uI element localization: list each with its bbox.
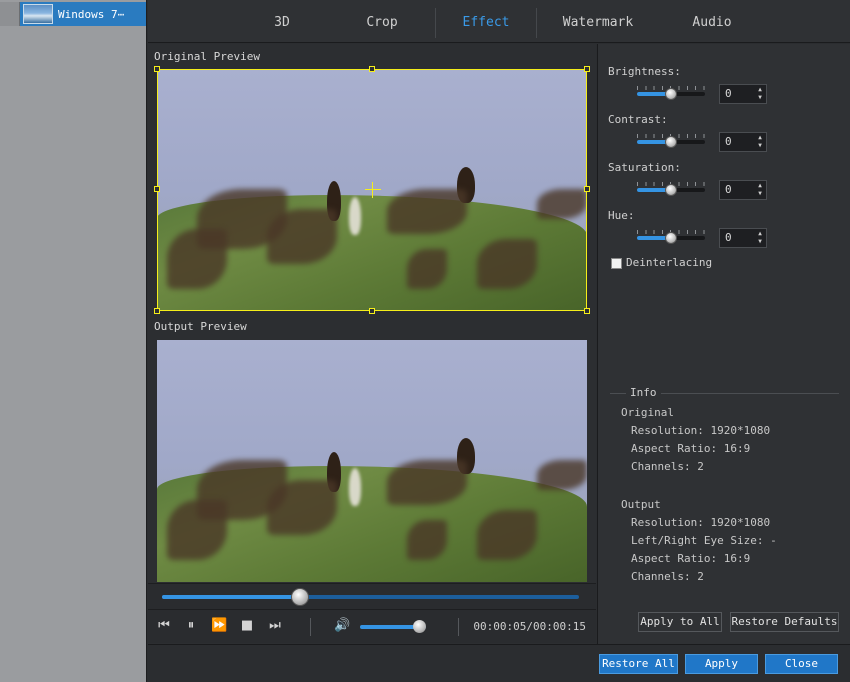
saturation-label: Saturation:	[608, 161, 681, 174]
saturation-spinbox[interactable]: 0 ▲ ▼	[719, 180, 767, 200]
video-bird	[349, 468, 361, 506]
saturation-slider[interactable]	[637, 182, 705, 196]
volume-handle[interactable]	[413, 620, 427, 633]
info-output-resolution: Resolution: 1920*1080	[631, 516, 771, 529]
contrast-value: 0	[725, 135, 732, 148]
slider-handle[interactable]	[665, 88, 677, 100]
file-list: Windows 7⋯	[0, 0, 147, 682]
hue-spinbox[interactable]: 0 ▲ ▼	[719, 228, 767, 248]
hue-slider[interactable]	[637, 230, 705, 244]
hue-label: Hue:	[608, 209, 635, 222]
output-preview-video	[157, 340, 587, 582]
info-original-resolution: Resolution: 1920*1080	[631, 424, 771, 437]
file-checkbox[interactable]	[0, 2, 20, 26]
controls-divider	[310, 618, 311, 636]
apply-button[interactable]: Apply	[685, 654, 758, 674]
seek-track[interactable]	[162, 595, 579, 599]
video-bird-wing	[537, 189, 587, 219]
controls-divider	[458, 618, 459, 636]
deinterlacing-label: Deinterlacing	[626, 256, 713, 269]
tab-3d[interactable]: 3D	[232, 0, 332, 43]
video-bird-wing	[167, 500, 227, 560]
video-bird	[349, 197, 361, 235]
hue-value: 0	[725, 231, 732, 244]
contrast-label: Contrast:	[608, 113, 668, 126]
info-original-heading: Original	[621, 406, 674, 419]
contrast-slider[interactable]	[637, 134, 705, 148]
info-output-aspect-ratio: Aspect Ratio: 16:9	[631, 552, 751, 565]
info-original-channels: Channels: 2	[631, 460, 704, 473]
slider-handle[interactable]	[665, 184, 677, 196]
close-button[interactable]: Close	[765, 654, 838, 674]
brightness-slider[interactable]	[637, 86, 705, 100]
video-bird-wing	[537, 460, 587, 490]
effect-settings-panel: Brightness: 0 ▲ ▼ Contrast: 0 ▲ ▼ Saturati…	[597, 44, 850, 644]
video-bird-wing	[477, 510, 537, 560]
brightness-value: 0	[725, 87, 732, 100]
brightness-spinbox[interactable]: 0 ▲ ▼	[719, 84, 767, 104]
original-preview-label: Original Preview	[154, 50, 260, 63]
video-bird-wing	[387, 189, 467, 234]
spin-arrows-icon[interactable]: ▲ ▼	[756, 86, 764, 102]
video-bird-wing	[387, 460, 467, 505]
preview-pane: Original Preview Output Preview	[148, 44, 596, 644]
video-bird-wing	[267, 209, 337, 264]
dialog-footer: Restore All Apply Close	[148, 644, 850, 682]
seek-bar[interactable]	[148, 583, 596, 609]
tab-crop[interactable]: Crop	[332, 0, 432, 43]
seek-handle[interactable]	[290, 588, 309, 606]
video-bird-wing	[477, 239, 537, 289]
video-bird-wing	[167, 229, 227, 289]
spin-arrows-icon[interactable]: ▲ ▼	[756, 182, 764, 198]
original-preview-video	[157, 69, 587, 311]
video-bird-wing	[407, 249, 447, 289]
tab-effect[interactable]: Effect	[436, 0, 536, 43]
stop-icon[interactable]: ■	[239, 618, 255, 634]
pause-icon[interactable]: ⏸	[183, 618, 199, 634]
info-output-eye-size: Left/Right Eye Size: -	[631, 534, 777, 547]
seek-fill	[162, 595, 300, 599]
contrast-spinbox[interactable]: 0 ▲ ▼	[719, 132, 767, 152]
volume-icon[interactable]: 🔊	[334, 618, 350, 634]
info-output-channels: Channels: 2	[631, 570, 704, 583]
spin-arrows-icon[interactable]: ▲ ▼	[756, 134, 764, 150]
info-output-heading: Output	[621, 498, 661, 511]
playback-controls: ⏮ ⏸ ⏩ ■ ⏭ 🔊 00:00:05/00:00:15	[148, 609, 596, 643]
restore-all-button[interactable]: Restore All	[599, 654, 678, 674]
playback-time: 00:00:05/00:00:15	[473, 620, 586, 633]
tab-watermark[interactable]: Watermark	[548, 0, 648, 43]
apply-to-all-button[interactable]: Apply to All	[638, 612, 722, 632]
info-title: Info	[626, 386, 661, 399]
fast-forward-icon[interactable]: ⏩	[211, 618, 227, 634]
brightness-label: Brightness:	[608, 65, 681, 78]
slider-handle[interactable]	[665, 232, 677, 244]
video-bird-wing	[407, 520, 447, 560]
deinterlacing-checkbox[interactable]	[611, 258, 622, 269]
previous-frame-icon[interactable]: ⏮	[156, 618, 172, 634]
next-frame-icon[interactable]: ⏭	[267, 618, 283, 634]
output-preview-label: Output Preview	[154, 320, 247, 333]
file-list-item[interactable]: Windows 7⋯	[0, 2, 146, 26]
video-thumbnail	[23, 4, 53, 24]
tab-divider	[536, 8, 537, 38]
video-bird-wing	[267, 480, 337, 535]
restore-defaults-button[interactable]: Restore Defaults	[730, 612, 839, 632]
info-original-aspect-ratio: Aspect Ratio: 16:9	[631, 442, 751, 455]
saturation-value: 0	[725, 183, 732, 196]
spin-arrows-icon[interactable]: ▲ ▼	[756, 230, 764, 246]
tab-bar: 3D Crop Effect Watermark Audio	[148, 0, 850, 43]
slider-handle[interactable]	[665, 136, 677, 148]
tab-audio[interactable]: Audio	[662, 0, 762, 43]
file-name: Windows 7⋯	[58, 7, 125, 21]
